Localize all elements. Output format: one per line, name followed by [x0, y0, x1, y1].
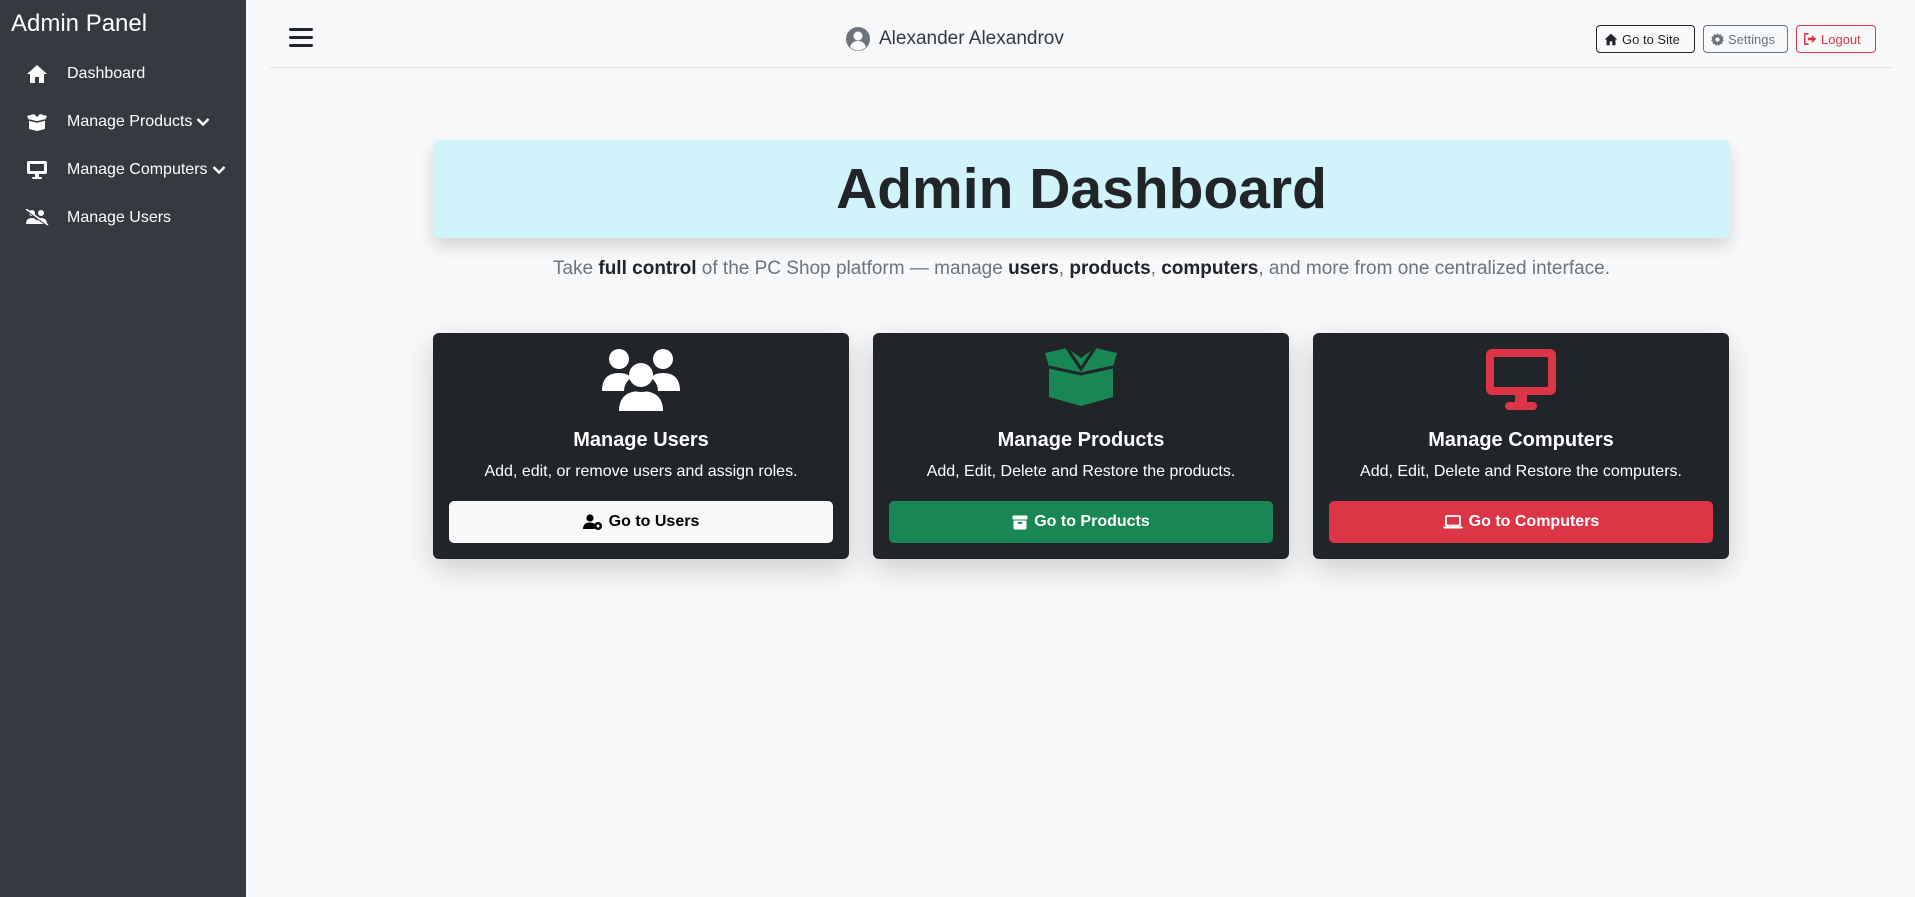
go-to-site-button[interactable]: Go to Site: [1596, 25, 1695, 53]
monitor-icon: [1313, 347, 1729, 413]
desktop-icon: [24, 160, 50, 180]
page-title: Admin Dashboard: [836, 157, 1327, 221]
sign-out-icon: [1804, 33, 1817, 45]
user-circle-icon: [845, 26, 871, 52]
gear-icon: [1711, 32, 1724, 46]
lead-part: , and more from one centralized interfac…: [1258, 258, 1611, 279]
go-to-computers-button[interactable]: Go to Computers: [1329, 501, 1713, 543]
user-gear-icon: [582, 514, 602, 530]
menu-toggle-icon[interactable]: [289, 28, 313, 48]
go-to-products-button[interactable]: Go to Products: [889, 501, 1273, 543]
sidebar: Admin Panel Dashboard Manage Products Ma…: [0, 0, 246, 897]
chevron-down-icon[interactable]: [212, 165, 226, 175]
logout-button[interactable]: Logout: [1796, 25, 1876, 53]
sidebar-title: Admin Panel: [11, 10, 148, 37]
card-title: Manage Computers: [1428, 429, 1614, 451]
lead-part: ,: [1150, 258, 1162, 279]
lead-bold: products: [1069, 258, 1151, 279]
sidebar-item-label: Manage Products: [67, 113, 193, 130]
home-icon: [24, 64, 50, 84]
lead-part: Take: [552, 258, 599, 279]
sidebar-item-dashboard[interactable]: Dashboard: [0, 50, 246, 98]
laptop-icon: [1442, 515, 1463, 529]
sidebar-item-label: Manage Computers: [67, 161, 208, 178]
hero-banner: Admin Dashboard: [433, 140, 1730, 238]
logout-label: Logout: [1821, 31, 1861, 47]
button-label: Go to Products: [1034, 513, 1150, 530]
lead-text: Take full control of the PC Shop platfor…: [433, 258, 1730, 280]
lead-bold: users: [1008, 258, 1059, 279]
chevron-down-icon[interactable]: [196, 117, 210, 127]
lead-part: of the PC Shop platform — manage: [696, 258, 1009, 279]
card-title: Manage Products: [997, 429, 1165, 451]
go-to-users-button[interactable]: Go to Users: [449, 501, 833, 543]
card-title: Manage Users: [573, 429, 709, 451]
top-navbar: Alexander Alexandrov Go to Site Settings…: [270, 0, 1892, 68]
sidebar-nav: Dashboard Manage Products Manage Compute…: [0, 50, 246, 242]
home-icon: [1604, 33, 1618, 45]
manage-users-card: Manage Users Add, edit, or remove users …: [433, 333, 849, 559]
card-description: Add, Edit, Delete and Restore the comput…: [1360, 463, 1682, 480]
box-icon: [1012, 515, 1028, 529]
lead-part: ,: [1058, 258, 1070, 279]
go-to-site-label: Go to Site: [1622, 31, 1680, 47]
settings-label: Settings: [1728, 31, 1775, 47]
lead-bold: full control: [598, 258, 697, 279]
sidebar-item-label: Dashboard: [67, 65, 146, 82]
user-info: Alexander Alexandrov: [845, 26, 1064, 52]
lead-bold: computers: [1161, 258, 1259, 279]
manage-computers-card: Manage Computers Add, Edit, Delete and R…: [1313, 333, 1729, 559]
button-label: Go to Computers: [1468, 513, 1600, 530]
card-description: Add, edit, or remove users and assign ro…: [484, 463, 798, 480]
button-label: Go to Users: [608, 513, 700, 530]
users-slash-icon: [24, 208, 50, 228]
settings-button[interactable]: Settings: [1703, 25, 1788, 53]
user-name: Alexander Alexandrov: [879, 28, 1064, 49]
sidebar-item-manage-users[interactable]: Manage Users: [0, 194, 246, 242]
manage-products-card: Manage Products Add, Edit, Delete and Re…: [873, 333, 1289, 559]
sidebar-item-manage-computers[interactable]: Manage Computers: [0, 146, 246, 194]
users-icon: [433, 347, 849, 413]
sidebar-item-label: Manage Users: [67, 209, 172, 226]
sidebar-item-manage-products[interactable]: Manage Products: [0, 98, 246, 146]
open-box-icon: [873, 347, 1289, 413]
box-icon: [24, 112, 50, 132]
card-description: Add, Edit, Delete and Restore the produc…: [926, 463, 1236, 480]
